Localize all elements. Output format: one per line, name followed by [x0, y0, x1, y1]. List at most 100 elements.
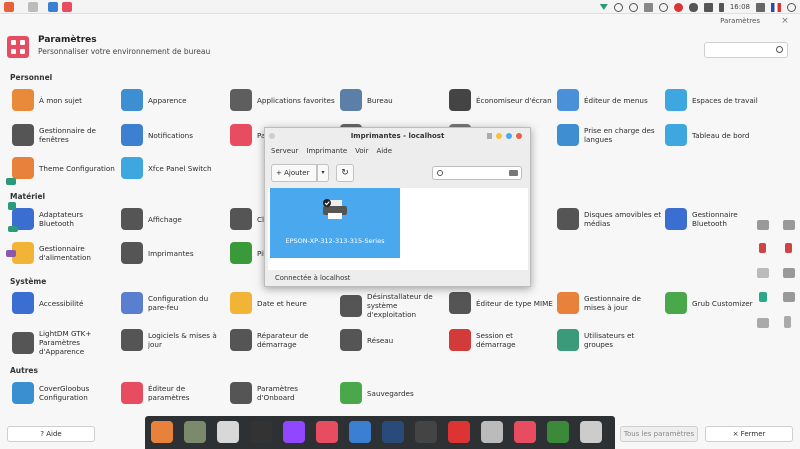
clock[interactable]: 16:08 — [730, 3, 750, 11]
sidebar-eye-icon[interactable] — [757, 268, 769, 278]
dialog-close-icon[interactable] — [516, 133, 522, 139]
left-edge-arrow-icon[interactable] — [8, 226, 18, 232]
search-input[interactable] — [704, 42, 788, 58]
setting-prise-en-charge-des-langues[interactable]: Prise en charge des langues — [557, 124, 662, 146]
setting-apparence[interactable]: Apparence — [121, 89, 226, 111]
setting-gestionnaire-de-mises-a-jour[interactable]: Gestionnaire de mises à jour — [557, 292, 662, 314]
workspace-grid-icon[interactable] — [28, 1, 38, 12]
close-icon[interactable]: × — [780, 16, 790, 26]
help-button[interactable]: ? Aide — [7, 426, 95, 442]
add-printer-button[interactable]: + Ajouter — [271, 164, 317, 182]
setting-applications-favorites[interactable]: Applications favorites — [230, 89, 335, 111]
dialog-maximize-icon[interactable] — [506, 133, 512, 139]
all-settings-button[interactable]: Tous les paramètres — [620, 426, 698, 442]
printer-item[interactable]: EPSON-XP-312-313-315-Series — [270, 188, 400, 258]
setting-espaces-de-travail[interactable]: Espaces de travail — [665, 89, 770, 111]
menu-aide[interactable]: Aide — [377, 147, 392, 155]
sidebar-glass-icon[interactable] — [759, 243, 766, 253]
left-edge-tool-icon[interactable] — [8, 202, 16, 210]
youtube-icon[interactable] — [448, 421, 470, 443]
printer-search-input[interactable] — [432, 166, 522, 180]
firefox-icon[interactable] — [151, 421, 173, 443]
sidebar-back-icon[interactable] — [757, 318, 769, 328]
recorder-icon[interactable] — [658, 2, 668, 12]
setting-notifications[interactable]: Notifications — [121, 124, 226, 146]
sidebar-handshake-icon[interactable] — [757, 220, 769, 230]
clipboard-icon[interactable] — [643, 2, 653, 12]
setting-gestionnaire-d-alimentation[interactable]: Gestionnaire d'alimentation — [12, 242, 117, 264]
window-button-icon[interactable] — [48, 1, 58, 12]
setting-affichage[interactable]: Affichage — [121, 208, 226, 230]
close-button[interactable]: × Fermer — [705, 426, 793, 442]
setting-a-mon-sujet[interactable]: À mon sujet — [12, 89, 117, 111]
archive-icon[interactable] — [481, 421, 503, 443]
setting-utilisateurs-et-groupes[interactable]: Utilisateurs et groupes — [557, 329, 662, 351]
setting-xfce-panel-switch[interactable]: Xfce Panel Switch — [121, 157, 226, 179]
setting-editeur-de-type-mime[interactable]: Éditeur de type MIME — [449, 292, 554, 314]
add-dropdown-button[interactable]: ▾ — [317, 164, 329, 182]
setting-gestionnaire-bluetooth[interactable]: Gestionnaire Bluetooth — [665, 208, 770, 230]
files-icon[interactable] — [184, 421, 206, 443]
setting-logiciels-mises-a-jour[interactable]: Logiciels & mises à jour — [121, 329, 226, 351]
setting-reparateur-de-demarrage[interactable]: Réparateur de démarrage — [230, 329, 335, 351]
network-icon[interactable] — [599, 4, 608, 10]
left-edge-mask-icon[interactable] — [6, 250, 16, 257]
sync-icon[interactable] — [628, 2, 638, 12]
twitch-icon[interactable] — [283, 421, 305, 443]
left-edge-plane-icon[interactable] — [6, 178, 16, 185]
sidebar-gamepad-icon[interactable] — [783, 268, 795, 278]
setting-economiseur-d-ecran[interactable]: Économiseur d'écran — [449, 89, 554, 111]
setting-configuration-du-pare-feu[interactable]: Configuration du pare-feu — [121, 292, 226, 314]
sidebar-wine-icon[interactable] — [785, 243, 792, 253]
refresh-button[interactable]: ↻ — [336, 164, 354, 182]
terminal-icon[interactable] — [250, 421, 272, 443]
power-icon[interactable] — [787, 2, 796, 12]
sidebar-dropbox-icon[interactable] — [783, 292, 795, 302]
setting-desinstallateur-de-systeme-d-exploitation[interactable]: Désinstallateur de système d'exploitatio… — [340, 292, 445, 319]
setting-date-et-heure[interactable]: Date et heure — [230, 292, 335, 314]
setting-gestionnaire-de-fenetres[interactable]: Gestionnaire de fenêtres — [12, 124, 117, 146]
config-icon[interactable] — [514, 421, 536, 443]
setting-grub-customizer[interactable]: Grub Customizer — [665, 292, 770, 314]
setting-sauvegardes[interactable]: Sauvegardes — [340, 382, 445, 404]
updates-icon[interactable] — [613, 2, 623, 12]
clear-search-icon[interactable] — [509, 170, 518, 176]
settings-window-icon[interactable] — [62, 1, 72, 12]
setting-lightdm-gtk-parametres-d-apparence[interactable]: LightDM GTK+ Paramètres d'Apparence — [12, 329, 117, 356]
cloud-icon[interactable] — [688, 2, 698, 12]
volume-icon[interactable] — [703, 2, 713, 12]
setting-theme-configuration[interactable]: Theme Configuration — [12, 157, 117, 179]
trash-icon[interactable] — [547, 421, 569, 443]
printer-icon[interactable] — [580, 421, 602, 443]
battery-icon[interactable] — [718, 2, 724, 12]
setting-adaptateurs-bluetooth[interactable]: Adaptateurs Bluetooth — [12, 208, 117, 230]
setting-covergloobus-configuration[interactable]: CoverGloobus Configuration — [12, 382, 117, 404]
recorder-icon[interactable] — [415, 421, 437, 443]
menu-voir[interactable]: Voir — [355, 147, 368, 155]
setting-editeur-de-parametres[interactable]: Éditeur de paramètres — [121, 382, 226, 404]
display-icon[interactable] — [349, 421, 371, 443]
language-flag-icon[interactable] — [771, 2, 781, 12]
editor-icon[interactable] — [217, 421, 239, 443]
setting-bureau[interactable]: Bureau — [340, 89, 445, 111]
dialog-pin-icon[interactable] — [269, 133, 275, 139]
dialog-up-icon[interactable] — [487, 133, 492, 139]
setting-tableau-de-bord[interactable]: Tableau de bord — [665, 124, 770, 146]
setting-imprimantes[interactable]: Imprimantes — [121, 242, 226, 264]
setting-disques-amovibles-et-medias[interactable]: Disques amovibles et médias — [557, 208, 662, 230]
sidebar-up-icon[interactable] — [784, 316, 791, 328]
setting-editeur-de-menus[interactable]: Éditeur de menus — [557, 89, 662, 111]
settings-icon[interactable] — [316, 421, 338, 443]
setting-accessibilite[interactable]: Accessibilité — [12, 292, 117, 314]
menu-serveur[interactable]: Serveur — [271, 147, 298, 155]
setting-session-et-demarrage[interactable]: Session et démarrage — [449, 329, 554, 351]
menu-imprimante[interactable]: Imprimante — [306, 147, 347, 155]
dialog-minimize-icon[interactable] — [496, 133, 502, 139]
notification-icon[interactable] — [756, 2, 765, 12]
steam-icon[interactable] — [382, 421, 404, 443]
setting-parametres-d-onboard[interactable]: Paramètres d'Onboard — [230, 382, 335, 404]
whisker-menu-icon[interactable] — [4, 1, 14, 12]
sidebar-chart-icon[interactable] — [783, 220, 795, 230]
sidebar-k-icon[interactable] — [759, 292, 767, 302]
setting-reseau[interactable]: Réseau — [340, 329, 445, 351]
